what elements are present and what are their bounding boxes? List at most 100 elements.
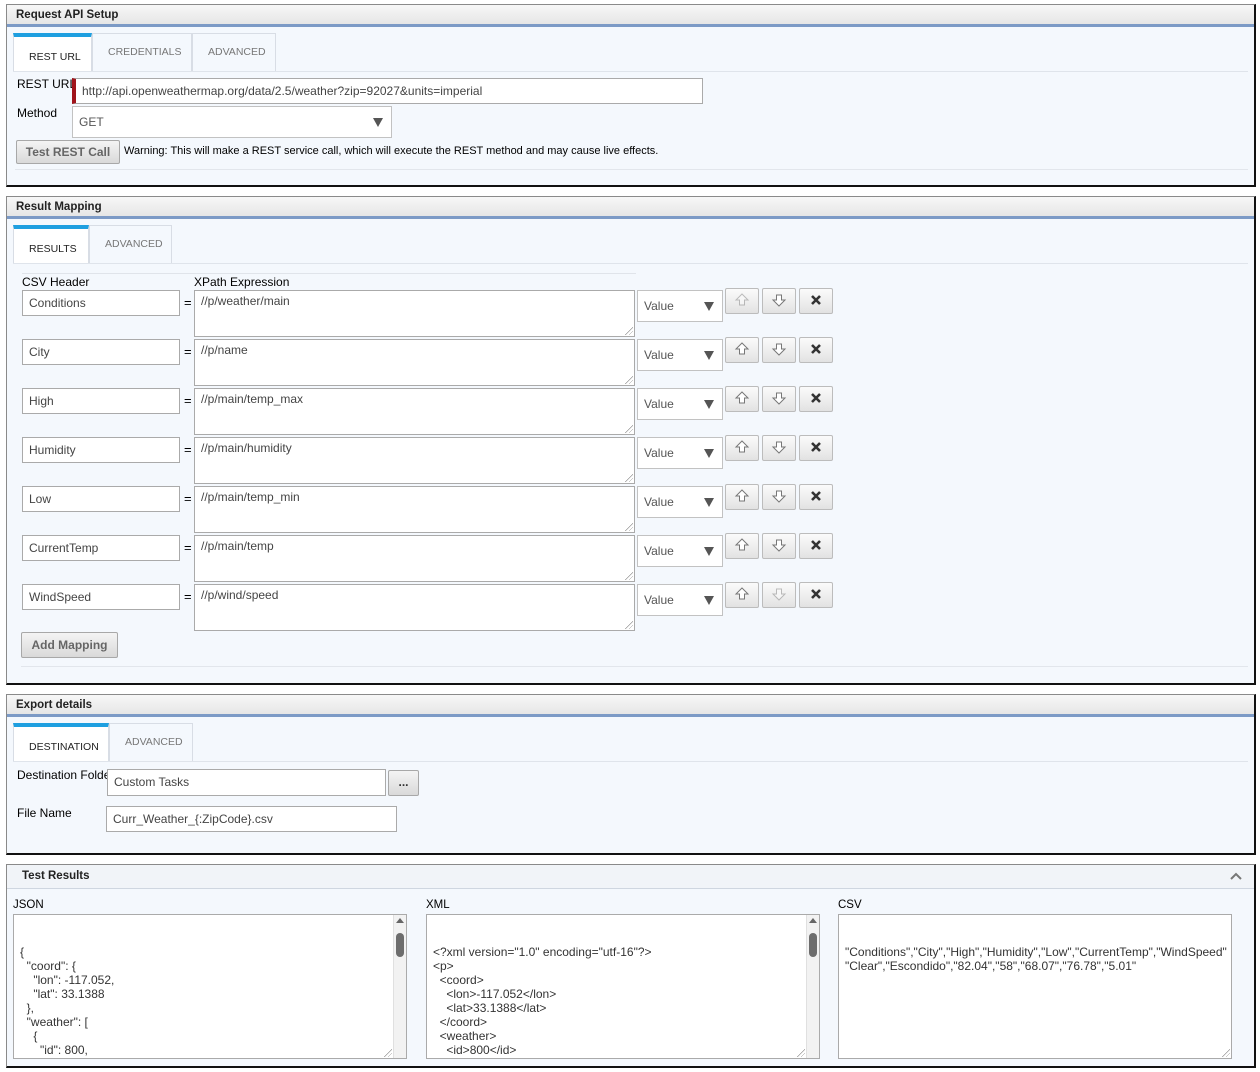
resize-grip-icon[interactable] bbox=[625, 425, 633, 433]
xpath-expression-input[interactable]: //p/weather/main bbox=[194, 290, 635, 337]
warning-text: Warning: This will make a REST service c… bbox=[124, 145, 659, 157]
xpath-expression-input[interactable]: //p/main/humidity bbox=[194, 437, 635, 484]
csv-output[interactable]: "Conditions","City","High","Humidity","L… bbox=[838, 914, 1232, 1059]
equals-sign: = bbox=[184, 442, 192, 457]
xpath-text: //p/wind/speed bbox=[201, 588, 279, 602]
xpath-text: //p/weather/main bbox=[201, 294, 290, 308]
delete-mapping-button[interactable] bbox=[799, 484, 833, 510]
move-down-button[interactable] bbox=[762, 484, 796, 510]
csv-header-input[interactable]: CurrentTemp bbox=[22, 535, 180, 561]
xpath-expression-input[interactable]: //p/main/temp_max bbox=[194, 388, 635, 435]
value-type-select[interactable]: Value bbox=[637, 584, 723, 616]
xpath-expression-input[interactable]: //p/wind/speed bbox=[194, 584, 635, 631]
resize-grip-icon[interactable] bbox=[384, 1049, 392, 1057]
csv-header-input[interactable]: Conditions bbox=[22, 290, 180, 316]
xpath-label: XPath Expression bbox=[194, 275, 290, 289]
csv-header-input[interactable]: WindSpeed bbox=[22, 584, 180, 610]
rest-url-input[interactable]: http://api.openweathermap.org/data/2.5/w… bbox=[72, 78, 703, 104]
tab-advanced[interactable]: ADVANCED bbox=[109, 723, 193, 761]
resize-grip-icon[interactable] bbox=[625, 474, 633, 482]
value-type-select[interactable]: Value bbox=[637, 388, 723, 420]
tab-advanced[interactable]: ADVANCED bbox=[192, 33, 276, 71]
move-down-button[interactable] bbox=[762, 386, 796, 412]
value-type-select[interactable]: Value bbox=[637, 339, 723, 371]
csv-header-input[interactable]: Low bbox=[22, 486, 180, 512]
value-type-value: Value bbox=[644, 495, 674, 509]
close-icon bbox=[810, 294, 822, 309]
tab-advanced[interactable]: ADVANCED bbox=[89, 225, 172, 263]
move-up-button[interactable] bbox=[725, 435, 759, 461]
equals-sign: = bbox=[184, 589, 192, 604]
tab-destination[interactable]: DESTINATION bbox=[13, 723, 109, 761]
method-select[interactable]: GET bbox=[72, 106, 392, 138]
arrow-down-icon bbox=[771, 488, 787, 507]
tab-rest-url[interactable]: REST URL bbox=[13, 33, 92, 71]
resize-grip-icon[interactable] bbox=[625, 327, 633, 335]
arrow-up-icon bbox=[734, 537, 750, 556]
file-name-input[interactable]: Curr_Weather_{:ZipCode}.csv bbox=[106, 806, 397, 832]
delete-mapping-button[interactable] bbox=[799, 435, 833, 461]
move-down-button[interactable] bbox=[762, 435, 796, 461]
delete-mapping-button[interactable] bbox=[799, 386, 833, 412]
arrow-up-icon bbox=[734, 292, 750, 311]
browse-folder-button[interactable]: ... bbox=[388, 770, 419, 796]
csv-header-input[interactable]: Humidity bbox=[22, 437, 180, 463]
value-type-select[interactable]: Value bbox=[637, 535, 723, 567]
value-type-select[interactable]: Value bbox=[637, 437, 723, 469]
xpath-expression-input[interactable]: //p/main/temp bbox=[194, 535, 635, 582]
xpath-expression-input[interactable]: //p/main/temp_min bbox=[194, 486, 635, 533]
csv-header-input[interactable]: High bbox=[22, 388, 180, 414]
move-up-button[interactable] bbox=[725, 337, 759, 363]
close-icon bbox=[810, 441, 822, 456]
add-mapping-button[interactable]: Add Mapping bbox=[21, 632, 118, 658]
resize-grip-icon[interactable] bbox=[797, 1049, 805, 1057]
chevron-down-icon bbox=[704, 351, 714, 360]
delete-mapping-button[interactable] bbox=[799, 337, 833, 363]
panel-title: Test Results bbox=[7, 865, 1254, 889]
collapse-chevron-up-icon[interactable] bbox=[1228, 868, 1244, 884]
xpath-expression-input[interactable]: //p/name bbox=[194, 339, 635, 386]
tab-results[interactable]: RESULTS bbox=[13, 225, 89, 263]
move-down-button[interactable] bbox=[762, 582, 796, 608]
json-label: JSON bbox=[13, 899, 44, 911]
xml-output[interactable]: <?xml version="1.0" encoding="utf-16"?> … bbox=[426, 914, 820, 1059]
close-icon bbox=[810, 392, 822, 407]
arrow-up-icon bbox=[734, 341, 750, 360]
move-up-button[interactable] bbox=[725, 484, 759, 510]
scroll-thumb[interactable] bbox=[809, 933, 817, 957]
xpath-text: //p/main/temp_max bbox=[201, 392, 304, 406]
value-type-select[interactable]: Value bbox=[637, 290, 723, 322]
resize-grip-icon[interactable] bbox=[625, 572, 633, 580]
csv-header-label: CSV Header bbox=[22, 275, 90, 289]
delete-mapping-button[interactable] bbox=[799, 533, 833, 559]
test-results-title: Test Results bbox=[22, 870, 90, 882]
destination-folder-input[interactable]: Custom Tasks bbox=[107, 769, 386, 796]
resize-grip-icon[interactable] bbox=[625, 621, 633, 629]
csv-header-input[interactable]: City bbox=[22, 339, 180, 365]
tab-bar: DESTINATION ADVANCED bbox=[13, 723, 193, 761]
resize-grip-icon[interactable] bbox=[625, 523, 633, 531]
close-icon bbox=[810, 588, 822, 603]
move-down-button[interactable] bbox=[762, 288, 796, 314]
scroll-thumb[interactable] bbox=[396, 933, 404, 957]
value-type-value: Value bbox=[644, 446, 674, 460]
tab-bar: RESULTS ADVANCED bbox=[13, 225, 172, 263]
move-up-button[interactable] bbox=[725, 386, 759, 412]
resize-grip-icon[interactable] bbox=[1222, 1049, 1230, 1057]
value-type-value: Value bbox=[644, 348, 674, 362]
json-scrollbar[interactable] bbox=[393, 915, 406, 1058]
move-up-button[interactable] bbox=[725, 288, 759, 314]
move-up-button[interactable] bbox=[725, 533, 759, 559]
delete-mapping-button[interactable] bbox=[799, 288, 833, 314]
json-output[interactable]: { "coord": { "lon": -117.052, "lat": 33.… bbox=[13, 914, 407, 1059]
value-type-select[interactable]: Value bbox=[637, 486, 723, 518]
move-down-button[interactable] bbox=[762, 533, 796, 559]
resize-grip-icon[interactable] bbox=[625, 376, 633, 384]
delete-mapping-button[interactable] bbox=[799, 582, 833, 608]
xml-scrollbar[interactable] bbox=[806, 915, 819, 1058]
move-down-button[interactable] bbox=[762, 337, 796, 363]
tab-credentials[interactable]: CREDENTIALS bbox=[92, 33, 192, 71]
tab-underline bbox=[13, 761, 1248, 762]
test-rest-call-button[interactable]: Test REST Call bbox=[16, 140, 120, 164]
move-up-button[interactable] bbox=[725, 582, 759, 608]
